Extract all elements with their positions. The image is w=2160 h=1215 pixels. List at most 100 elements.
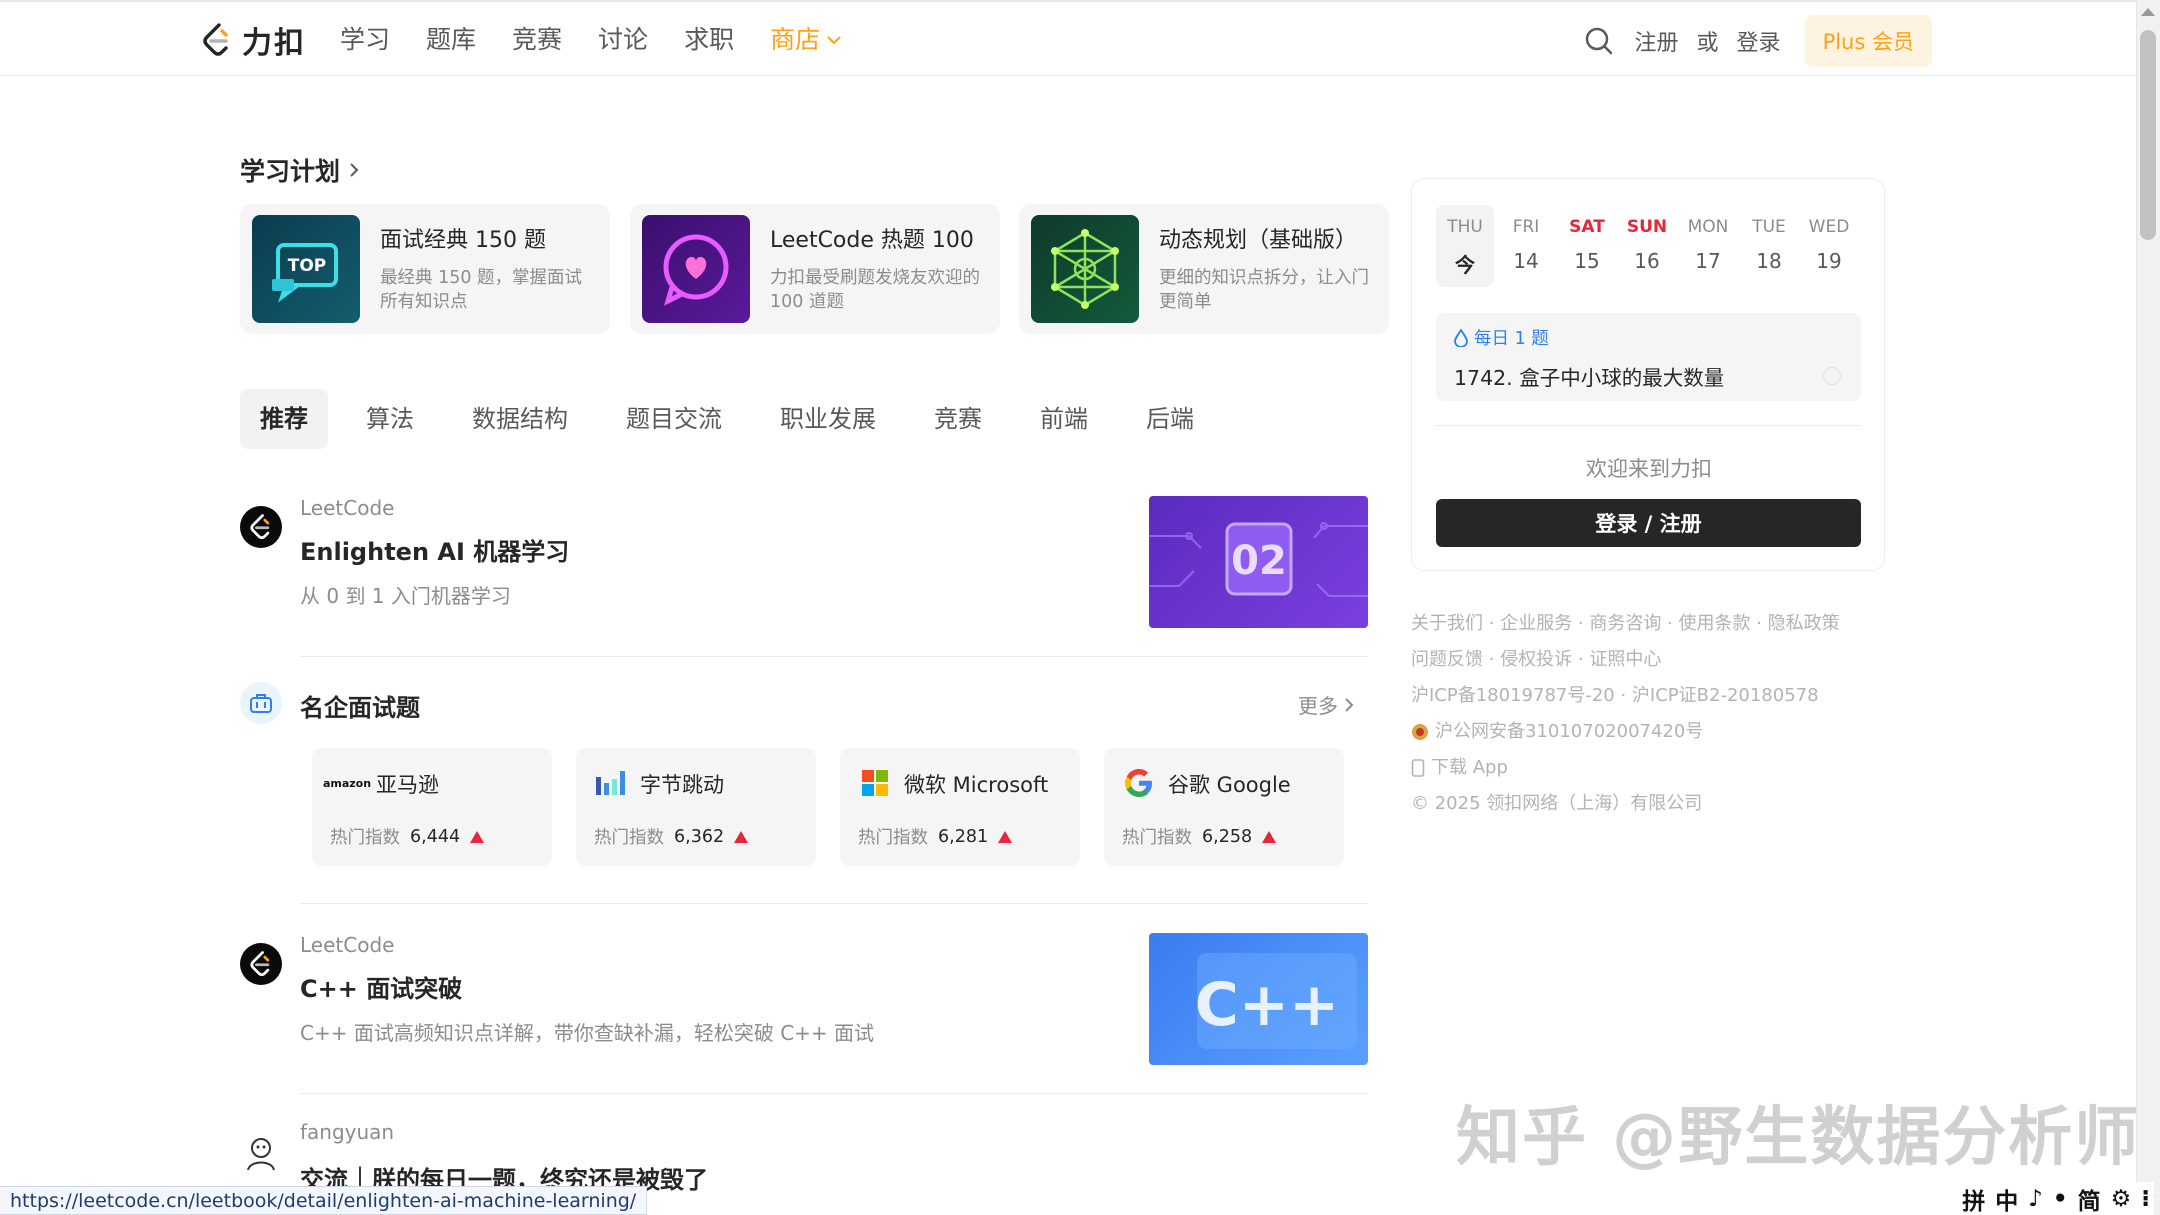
- chevron-right-icon: [350, 163, 359, 177]
- tab-contest[interactable]: 竞赛: [914, 389, 1002, 449]
- calendar-day[interactable]: SAT 15: [1557, 217, 1617, 273]
- feed-title[interactable]: C++ 面试突破: [300, 969, 462, 1004]
- day-date: 16: [1634, 249, 1660, 273]
- author-name[interactable]: LeetCode: [300, 933, 394, 957]
- nav-link-discuss[interactable]: 讨论: [598, 22, 648, 58]
- feed-desc: 从 0 到 1 入门机器学习: [300, 584, 511, 608]
- divider: [300, 903, 1368, 904]
- login-register-button[interactable]: 登录 / 注册: [1436, 499, 1861, 547]
- feed-title[interactable]: Enlighten AI 机器学习: [300, 532, 569, 567]
- plan-card-top150[interactable]: TOP 面试经典 150 题 最经典 150 题，掌握面试所有知识点: [240, 204, 610, 334]
- tab-algorithm[interactable]: 算法: [346, 389, 434, 449]
- ime-toolbar[interactable]: 拼 中 ♪ • 简 ⚙ ⁝: [1958, 1182, 2154, 1215]
- day-name: FRI: [1512, 217, 1540, 237]
- calendar-day[interactable]: SUN 16: [1617, 217, 1677, 273]
- nav-link-problems[interactable]: 题库: [426, 22, 476, 58]
- tab-career[interactable]: 职业发展: [760, 389, 896, 449]
- day-date: 19: [1816, 249, 1842, 273]
- company-questions-header: 名企面试题 更多: [240, 680, 1368, 726]
- company-card-microsoft[interactable]: 微软 Microsoft 热门指数 6,281: [840, 748, 1080, 866]
- police-badge-icon: [1412, 724, 1428, 740]
- day-name: TUE: [1752, 217, 1786, 237]
- svg-text:TOP: TOP: [288, 256, 327, 276]
- feed-cover-image[interactable]: C++: [1149, 933, 1368, 1065]
- scrollbar[interactable]: [2136, 0, 2160, 1215]
- nav-link-contest[interactable]: 竞赛: [512, 22, 562, 58]
- tab-backend[interactable]: 后端: [1126, 389, 1214, 449]
- up-triangle-icon: [470, 830, 485, 843]
- feed-item[interactable]: LeetCode C++ 面试突破 C++ 面试高频知识点详解，带你查缺补漏，轻…: [240, 933, 1368, 1067]
- daily-tag-label: 每日 1 题: [1474, 329, 1549, 349]
- avatar[interactable]: [240, 506, 282, 548]
- nav-link-jobs[interactable]: 求职: [684, 22, 734, 58]
- company-card-google[interactable]: 谷歌 Google 热门指数 6,258: [1104, 748, 1344, 866]
- ime-punct-icon[interactable]: •: [2053, 1186, 2068, 1212]
- calendar-day[interactable]: TUE 18: [1739, 217, 1799, 273]
- hot-value: 6,258: [1202, 826, 1253, 847]
- daily-question-title[interactable]: 1742. 盒子中小球的最大数量: [1454, 361, 1724, 391]
- heart-chat-icon: [642, 215, 750, 323]
- hot-label: 热门指数: [330, 828, 400, 848]
- company-name: 微软 Microsoft: [904, 773, 1049, 797]
- calendar-day[interactable]: FRI 14: [1496, 217, 1556, 273]
- phone-icon: [1411, 759, 1425, 777]
- company-name: 谷歌 Google: [1168, 773, 1291, 797]
- ime-pinyin[interactable]: 拼: [1962, 1182, 1985, 1215]
- category-tabs: 推荐 算法 数据结构 题目交流 职业发展 竞赛 前端 后端: [240, 388, 1232, 450]
- tab-problem-discussion[interactable]: 题目交流: [606, 389, 742, 449]
- footer-line[interactable]: 下载 App: [1411, 750, 1885, 786]
- day-date: 今: [1455, 253, 1475, 277]
- tab-frontend[interactable]: 前端: [1020, 389, 1108, 449]
- plan-card-dp[interactable]: 动态规划（基础版） 更细的知识点拆分，让入门更简单: [1019, 204, 1389, 334]
- calendar-day[interactable]: WED 19: [1799, 217, 1859, 273]
- leetcode-logo[interactable]: 力扣: [202, 20, 306, 61]
- study-plan-title[interactable]: 学习计划: [240, 152, 360, 188]
- day-name: SAT: [1569, 217, 1605, 237]
- calendar-day[interactable]: MON 17: [1678, 217, 1738, 273]
- amazon-logo-text: amazon: [322, 776, 372, 790]
- company-card-bytedance[interactable]: 字节跳动 热门指数 6,362: [576, 748, 816, 866]
- plan-card-hot100[interactable]: LeetCode 热题 100 力扣最受刷题发烧友欢迎的 100 道题: [630, 204, 1000, 334]
- divider: [300, 1093, 1368, 1094]
- ime-simplified[interactable]: 简: [2078, 1182, 2101, 1215]
- ime-more-icon[interactable]: ⁝: [2141, 1186, 2150, 1212]
- nav-link-learn[interactable]: 学习: [340, 22, 390, 58]
- search-icon[interactable]: [1583, 25, 1615, 57]
- tab-data-structure[interactable]: 数据结构: [452, 389, 588, 449]
- hot-index: 热门指数 6,444: [330, 824, 485, 849]
- day-name: MON: [1687, 217, 1729, 237]
- watermark: 知乎 @野生数据分析师: [1456, 1101, 2141, 1175]
- tab-recommend[interactable]: 推荐: [240, 389, 328, 449]
- up-triangle-icon: [734, 830, 749, 843]
- calendar-day[interactable]: THU 今: [1435, 217, 1495, 278]
- doodle-avatar-icon: [247, 1138, 275, 1171]
- footer-line[interactable]: 问题反馈 · 侵权投诉 · 证照中心: [1411, 642, 1885, 678]
- footer-line[interactable]: 沪公网安备31010702007420号: [1411, 714, 1885, 750]
- welcome-text: 欢迎来到力扣: [1586, 457, 1712, 481]
- login-link[interactable]: 登录: [1737, 25, 1781, 57]
- company-name: 字节跳动: [640, 773, 724, 797]
- author-name[interactable]: LeetCode: [300, 496, 394, 520]
- scroll-thumb[interactable]: [2140, 30, 2156, 240]
- hot-value: 6,444: [410, 826, 461, 847]
- plus-member-button[interactable]: Plus 会员: [1804, 15, 1932, 67]
- register-link[interactable]: 注册: [1635, 25, 1679, 57]
- daily-question-card[interactable]: 每日 1 题 1742. 盒子中小球的最大数量: [1436, 313, 1861, 401]
- microsoft-logo-icon: [858, 766, 892, 800]
- avatar[interactable]: [240, 1132, 282, 1174]
- footer-line[interactable]: 关于我们 · 企业服务 · 商务咨询 · 使用条款 · 隐私政策: [1411, 606, 1885, 642]
- company-card-amazon[interactable]: amazon 亚马逊 热门指数 6,444: [312, 748, 552, 866]
- up-triangle-icon: [1262, 830, 1277, 843]
- scroll-up-icon[interactable]: [2141, 8, 2155, 16]
- nav-link-store[interactable]: 商店: [770, 22, 842, 58]
- more-link[interactable]: 更多: [1298, 690, 1354, 719]
- author-name[interactable]: fangyuan: [300, 1120, 394, 1144]
- feed-item[interactable]: LeetCode Enlighten AI 机器学习 从 0 到 1 入门机器学…: [240, 496, 1368, 630]
- ime-settings-icon[interactable]: ⚙: [2111, 1186, 2132, 1212]
- ime-note-icon[interactable]: ♪: [2028, 1186, 2043, 1212]
- or-text: 或: [1696, 31, 1719, 56]
- footer-line[interactable]: 沪ICP备18019787号-20 · 沪ICP证B2-20180578: [1411, 678, 1885, 714]
- avatar[interactable]: [240, 943, 282, 985]
- ime-chinese[interactable]: 中: [1995, 1182, 2018, 1215]
- feed-cover-image[interactable]: 02: [1149, 496, 1368, 628]
